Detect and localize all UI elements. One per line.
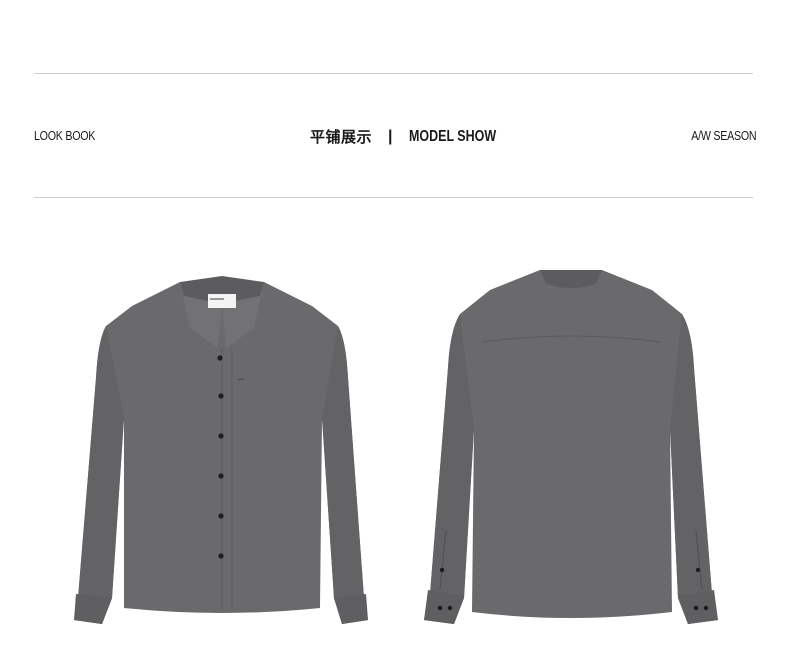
bottom-divider-line <box>34 197 753 198</box>
look-book-label: LOOK BOOK <box>34 128 96 143</box>
title-separator: | <box>388 127 393 145</box>
shirt-back-image <box>424 270 718 624</box>
section-title-english: MODEL SHOW <box>408 127 496 145</box>
top-divider-line <box>34 73 753 74</box>
shirt-front-image <box>74 276 368 624</box>
section-title-chinese: 平铺展示 <box>310 128 373 146</box>
section-title: 平铺展示 | MODEL SHOW <box>310 126 520 147</box>
season-label: A/W SEASON <box>690 128 756 143</box>
